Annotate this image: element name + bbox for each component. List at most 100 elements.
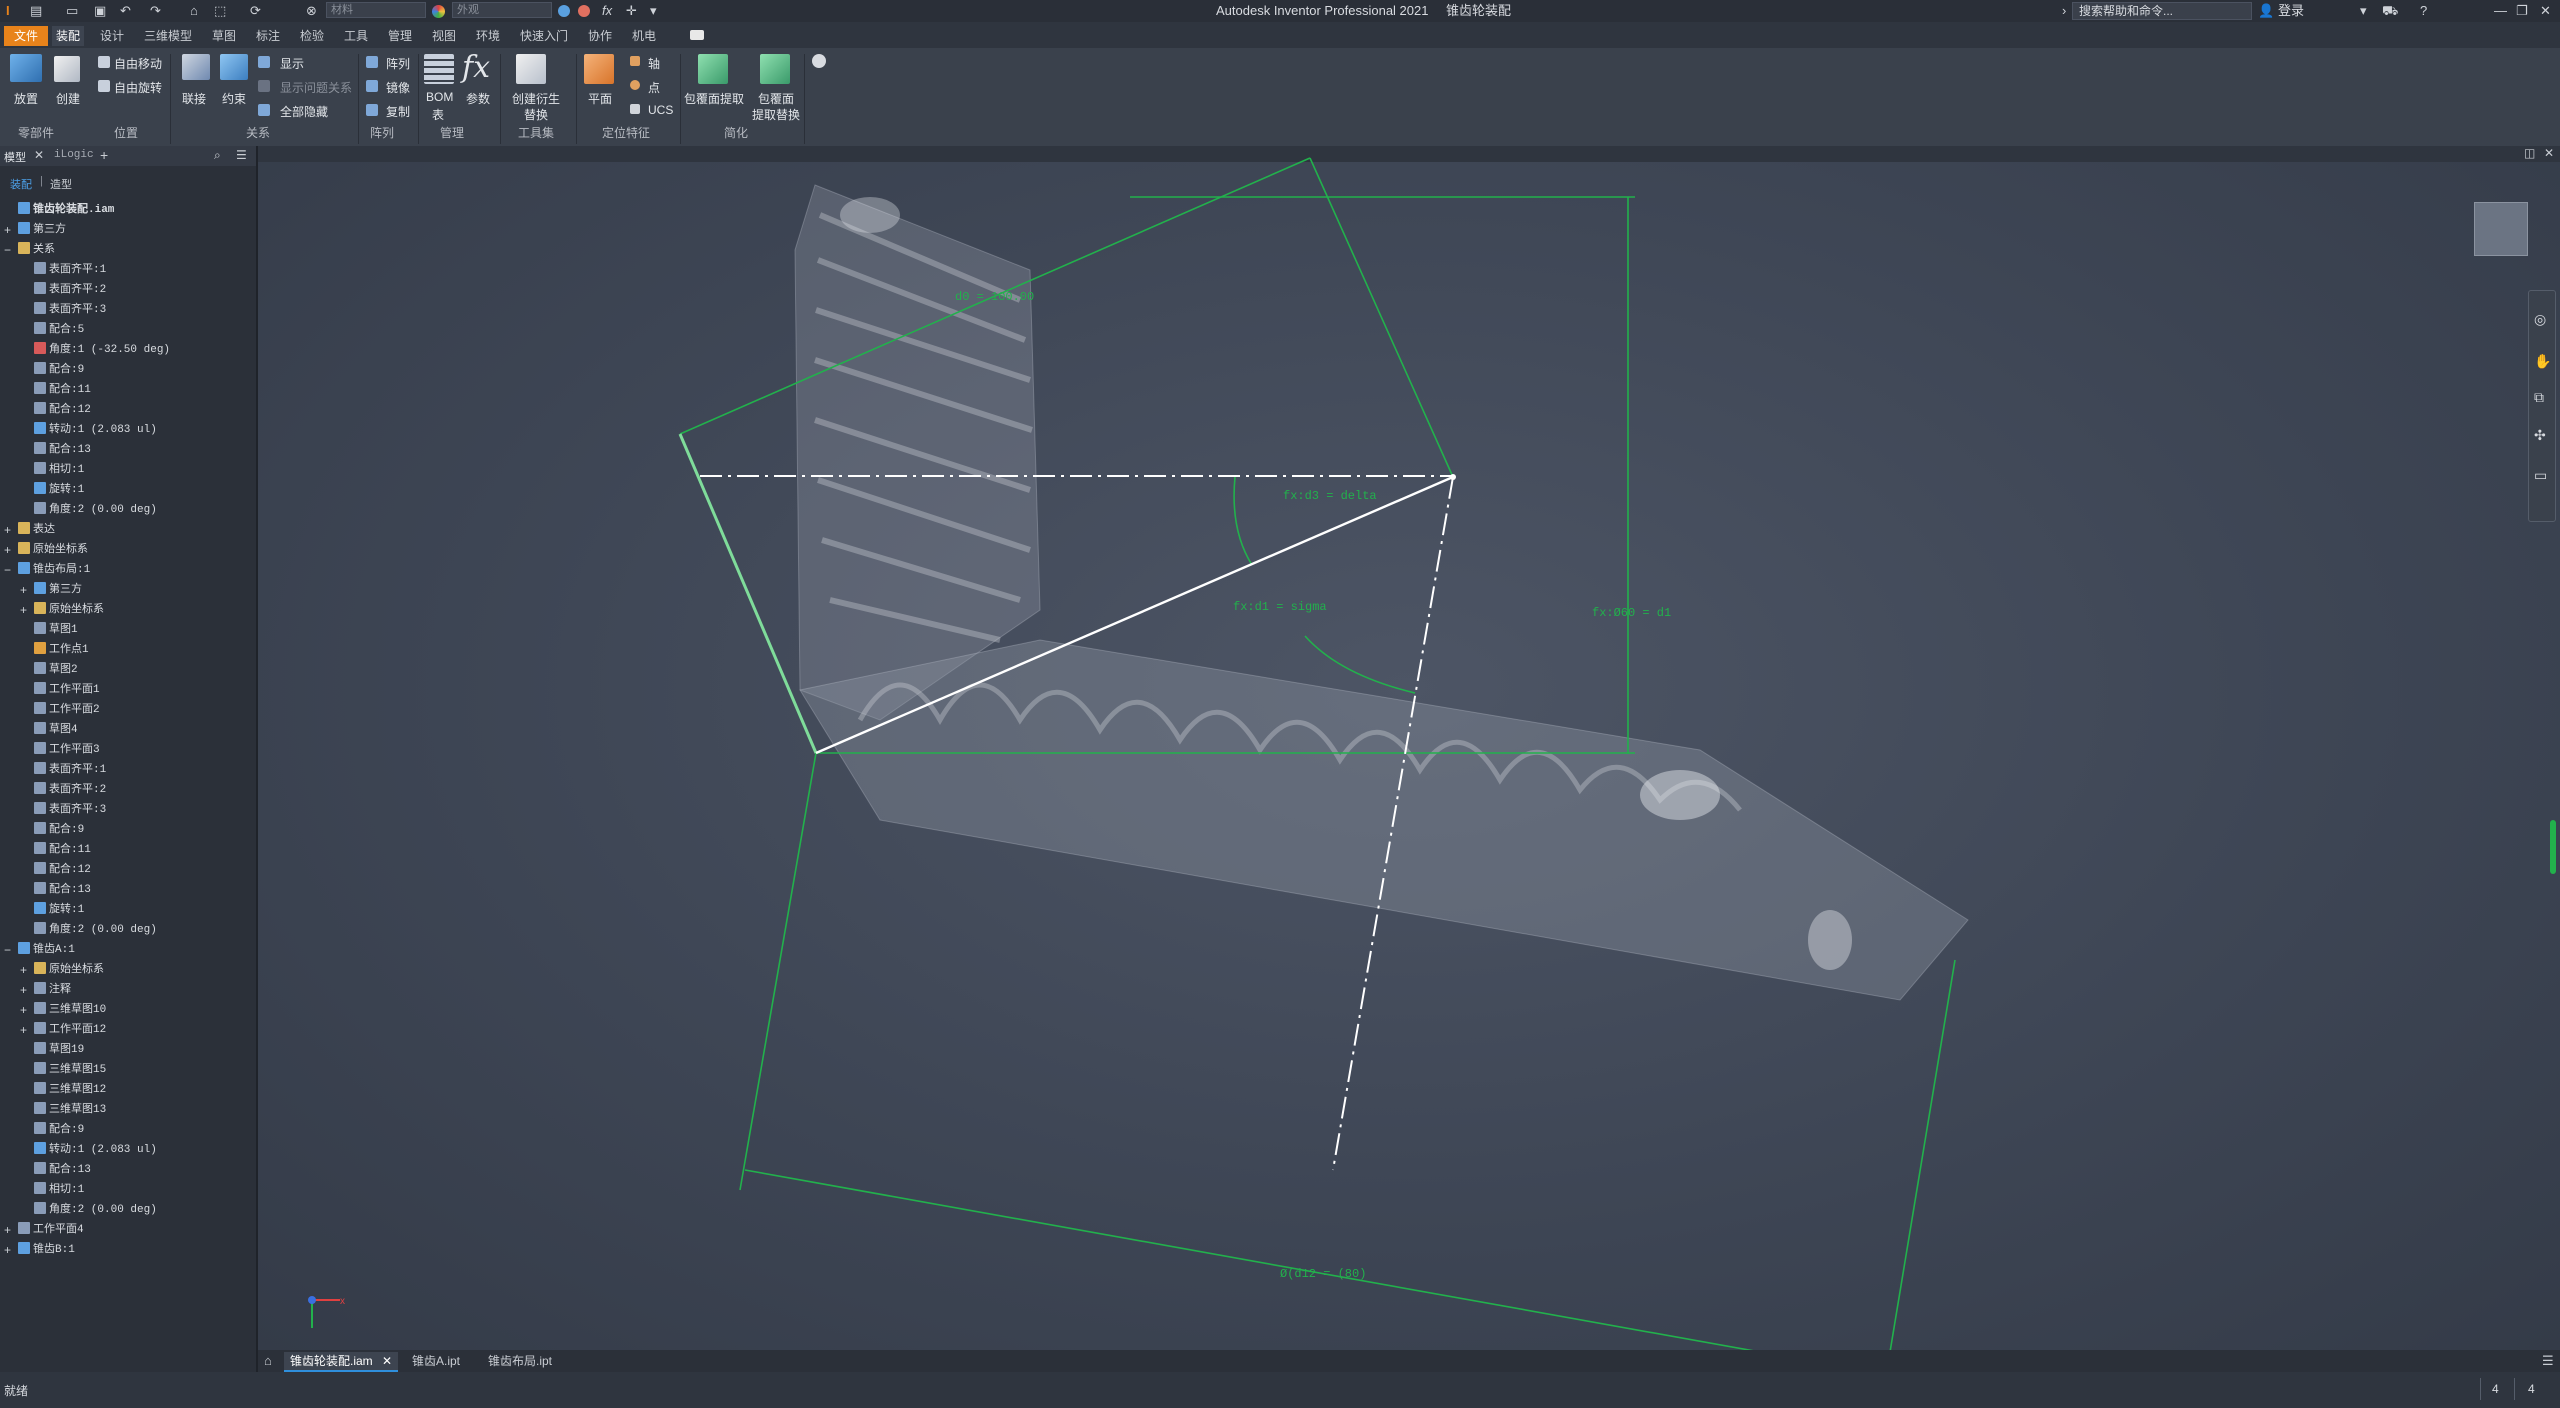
- show-button[interactable]: 显示: [280, 55, 304, 72]
- expand-icon[interactable]: +: [4, 540, 14, 560]
- copy-button[interactable]: 复制: [386, 103, 410, 120]
- browser-node[interactable]: 第三方: [18, 220, 66, 240]
- free-rotate-button[interactable]: 自由旋转: [114, 79, 162, 96]
- browser-node[interactable]: 表面齐平:2: [34, 780, 106, 800]
- help-search-input[interactable]: 搜索帮助和命令...: [2072, 2, 2252, 20]
- group-pattern[interactable]: 阵列: [370, 124, 394, 141]
- joint-icon[interactable]: [182, 54, 210, 80]
- redo-icon[interactable]: ↷: [150, 0, 161, 22]
- expand-icon[interactable]: +: [20, 600, 30, 620]
- appearance-dropdown[interactable]: 外观: [452, 2, 552, 18]
- shrinkwrap-button[interactable]: 包覆面提取: [684, 90, 744, 107]
- browser-node[interactable]: 原始坐标系: [34, 960, 104, 980]
- browser-node[interactable]: 配合:13: [34, 1160, 91, 1180]
- expand-icon[interactable]: +: [20, 1000, 30, 1020]
- browser-node[interactable]: 表面齐平:1: [34, 260, 106, 280]
- point-button[interactable]: 点: [648, 79, 660, 96]
- group-position[interactable]: 位置: [114, 124, 138, 141]
- measure-icon[interactable]: ✛: [626, 0, 637, 22]
- vertical-scrollbar[interactable]: [2550, 820, 2556, 874]
- browser-node[interactable]: 锥齿轮装配.iam: [18, 200, 114, 220]
- browser-node[interactable]: 表达: [18, 520, 55, 540]
- fx-params-icon[interactable]: fx: [602, 0, 612, 22]
- collapse-icon[interactable]: −: [4, 240, 14, 260]
- derive-substitute-button[interactable]: 创建衍生: [512, 90, 560, 107]
- dimension-sigma[interactable]: fx:d1 = sigma: [1233, 600, 1327, 614]
- browser-node[interactable]: 相切:1: [34, 460, 84, 480]
- search-expand-icon[interactable]: ›: [2062, 0, 2066, 22]
- apex-point[interactable]: [1450, 474, 1456, 480]
- browser-node[interactable]: 三维草图15: [34, 1060, 106, 1080]
- pattern-button[interactable]: 阵列: [386, 55, 410, 72]
- browser-node[interactable]: 三维草图10: [34, 1000, 106, 1020]
- expand-icon[interactable]: +: [4, 1220, 14, 1240]
- user-icon[interactable]: 👤: [2258, 0, 2274, 22]
- new-file-icon[interactable]: ▤: [30, 0, 42, 22]
- video-icon[interactable]: [690, 30, 704, 40]
- close-doc-icon[interactable]: ⊗: [306, 0, 317, 22]
- browser-node[interactable]: 表面齐平:3: [34, 800, 106, 820]
- dimension-top[interactable]: d0 = 100.00: [955, 290, 1034, 304]
- browser-node[interactable]: 表面齐平:1: [34, 760, 106, 780]
- minimize-icon[interactable]: —: [2494, 0, 2507, 22]
- bevel-gear-a[interactable]: [799, 639, 1969, 1001]
- login-dropdown-icon[interactable]: ▾: [2360, 0, 2367, 22]
- expand-icon[interactable]: +: [20, 980, 30, 1000]
- look-at-icon[interactable]: ▭: [2534, 467, 2547, 484]
- material-dropdown[interactable]: 材料: [326, 2, 426, 18]
- browser-node[interactable]: 工作平面12: [34, 1020, 106, 1040]
- tab-view[interactable]: 视图: [428, 26, 460, 46]
- browser-node[interactable]: 锥齿布局:1: [18, 560, 90, 580]
- browser-node[interactable]: 配合:13: [34, 880, 91, 900]
- tab-get-started[interactable]: 快速入门: [516, 26, 572, 46]
- restore-icon[interactable]: ❐: [2516, 0, 2528, 22]
- plane-button[interactable]: 平面: [588, 90, 612, 107]
- dimension-delta[interactable]: fx:d3 = delta: [1283, 489, 1377, 503]
- collapse-icon[interactable]: −: [4, 560, 14, 580]
- customize-dropdown-icon[interactable]: ▾: [650, 0, 657, 22]
- browser-node[interactable]: 工作平面2: [34, 700, 100, 720]
- browser-node[interactable]: 工作平面4: [18, 1220, 84, 1240]
- browser-node[interactable]: 角度:1 (-32.50 deg): [34, 340, 170, 360]
- tab-tools[interactable]: 工具: [340, 26, 372, 46]
- tab-annotate[interactable]: 标注: [252, 26, 284, 46]
- bom-icon[interactable]: [424, 54, 454, 84]
- assembly-view-tab[interactable]: 装配: [10, 176, 32, 192]
- browser-node[interactable]: 配合:5: [34, 320, 84, 340]
- browser-node[interactable]: 表面齐平:3: [34, 300, 106, 320]
- expand-icon[interactable]: +: [4, 520, 14, 540]
- tab-inspect[interactable]: 检验: [296, 26, 328, 46]
- doc-tab-layout[interactable]: 锥齿布局.ipt: [482, 1352, 558, 1370]
- browser-node[interactable]: 关系: [18, 240, 55, 260]
- document-list-icon[interactable]: ☰: [2542, 1353, 2554, 1369]
- browser-node[interactable]: 草图19: [34, 1040, 84, 1060]
- browser-node[interactable]: 草图4: [34, 720, 78, 740]
- constrain-button[interactable]: 约束: [222, 90, 246, 107]
- browser-node[interactable]: 相切:1: [34, 1180, 84, 1200]
- browser-node[interactable]: 表面齐平:2: [34, 280, 106, 300]
- tab-electromechanical[interactable]: 机电: [628, 26, 660, 46]
- doc-tab-assembly[interactable]: 锥齿轮装配.iam ✕: [284, 1352, 399, 1372]
- update-icon[interactable]: ⟳: [250, 0, 261, 22]
- group-simplification[interactable]: 简化: [724, 124, 748, 141]
- constrain-icon[interactable]: [220, 54, 248, 80]
- browser-node[interactable]: 三维草图13: [34, 1100, 106, 1120]
- tab-file[interactable]: 文件: [4, 26, 49, 46]
- help-icon[interactable]: ?: [2420, 0, 2427, 22]
- close-tab-icon[interactable]: ✕: [34, 148, 44, 162]
- color-override-icon[interactable]: [558, 5, 570, 17]
- expand-icon[interactable]: +: [20, 580, 30, 600]
- select-icon[interactable]: ⬚: [214, 0, 226, 22]
- axis-button[interactable]: 轴: [648, 55, 660, 72]
- browser-node[interactable]: 配合:9: [34, 820, 84, 840]
- browser-node[interactable]: 角度:2 (0.00 deg): [34, 1200, 157, 1220]
- dimension-right[interactable]: fx:Ø60 = d1: [1592, 606, 1671, 620]
- derive-substitute-icon[interactable]: [516, 54, 546, 84]
- browser-node[interactable]: 三维草图12: [34, 1080, 106, 1100]
- browser-node[interactable]: 配合:12: [34, 860, 91, 880]
- add-tab-icon[interactable]: +: [100, 147, 108, 163]
- close-window-icon[interactable]: ✕: [2540, 0, 2551, 22]
- viewcube[interactable]: [2474, 202, 2528, 256]
- zoom-icon[interactable]: ⧉: [2534, 389, 2544, 406]
- menu-icon[interactable]: ☰: [236, 148, 247, 162]
